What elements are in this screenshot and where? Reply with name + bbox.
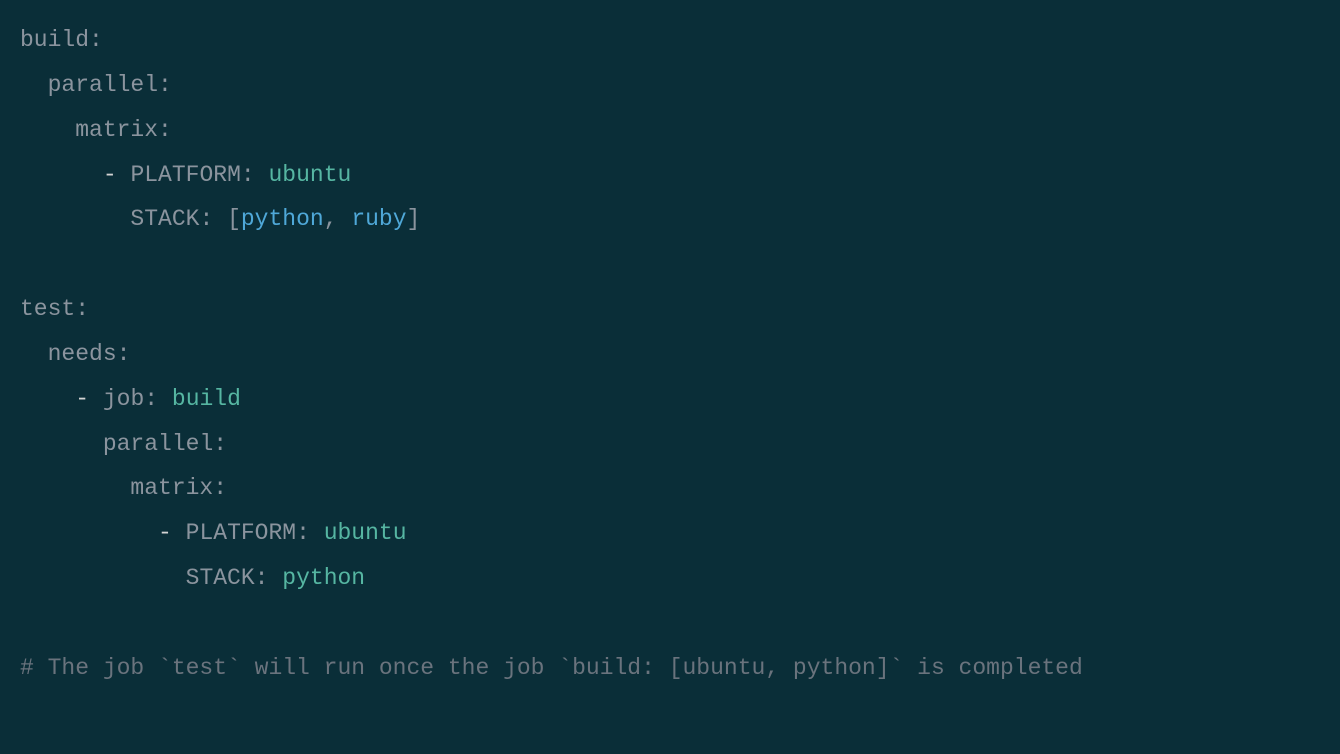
yaml-key: matrix [130,475,213,501]
code-line: - PLATFORM: ubuntu [20,511,1320,556]
colon: : [296,520,310,546]
blank-line [20,242,1320,287]
code-line: test: [20,287,1320,332]
yaml-key: job [103,386,144,412]
colon: : [241,162,255,188]
bracket-open: [ [227,206,241,232]
code-line: parallel: [20,63,1320,108]
code-line: # The job `test` will run once the job `… [20,646,1320,691]
yaml-key: needs [48,341,117,367]
yaml-array-item: python [241,206,324,232]
yaml-key: parallel [103,431,213,457]
yaml-comment: # The job `test` will run once the job `… [20,655,1083,681]
yaml-dash: - [75,386,89,412]
yaml-dash: - [158,520,172,546]
colon: : [89,27,103,53]
colon: : [117,341,131,367]
colon: : [255,565,269,591]
code-line: STACK: [python, ruby] [20,197,1320,242]
yaml-array-item: ruby [351,206,406,232]
colon: : [199,206,213,232]
code-line: parallel: [20,422,1320,467]
yaml-dash: - [103,162,117,188]
code-line: - PLATFORM: ubuntu [20,153,1320,198]
code-line: STACK: python [20,556,1320,601]
code-line: matrix: [20,466,1320,511]
yaml-value: build [172,386,241,412]
yaml-key: STACK [186,565,255,591]
yaml-value: python [282,565,365,591]
yaml-key: build [20,27,89,53]
comma: , [324,206,338,232]
yaml-key: PLATFORM [186,520,296,546]
colon: : [213,475,227,501]
colon: : [158,117,172,143]
code-line: matrix: [20,108,1320,153]
yaml-key: STACK [130,206,199,232]
code-line: build: [20,18,1320,63]
code-line: - job: build [20,377,1320,422]
colon: : [158,72,172,98]
code-line: needs: [20,332,1320,377]
yaml-key: PLATFORM [130,162,240,188]
colon: : [144,386,158,412]
yaml-value: ubuntu [269,162,352,188]
yaml-key: matrix [75,117,158,143]
yaml-key: parallel [48,72,158,98]
colon: : [213,431,227,457]
yaml-key: test [20,296,75,322]
colon: : [75,296,89,322]
bracket-close: ] [407,206,421,232]
blank-line [20,601,1320,646]
yaml-value: ubuntu [324,520,407,546]
